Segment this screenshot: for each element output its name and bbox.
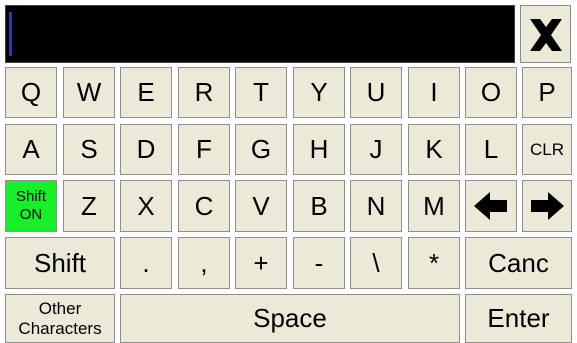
key-m[interactable]: M [408,180,460,232]
key-k[interactable]: K [408,124,460,175]
key-a[interactable]: A [5,124,57,175]
key-r[interactable]: R [178,67,230,118]
key-q[interactable]: Q [5,67,57,118]
key-minus[interactable]: - [293,237,345,289]
arrow-left-button[interactable] [465,180,517,232]
close-x-icon [530,19,562,51]
arrow-right-button[interactable] [522,180,572,232]
key-period[interactable]: . [120,237,172,289]
key-asterisk[interactable]: * [408,237,460,289]
key-v[interactable]: V [235,180,287,232]
shift-on-indicator[interactable]: Shift ON [5,180,57,232]
key-x[interactable]: X [120,180,172,232]
key-u[interactable]: U [350,67,402,118]
arrow-right-icon [531,192,564,220]
key-plus[interactable]: + [235,237,287,289]
shift-on-line1: Shift [15,188,46,205]
key-b[interactable]: B [293,180,345,232]
space-button[interactable]: Space [120,294,460,343]
close-button[interactable] [520,5,571,63]
key-g[interactable]: G [235,124,287,175]
key-e[interactable]: E [120,67,172,118]
other-characters-button[interactable]: Other Characters [5,294,115,343]
shift-on-line2: ON [19,206,43,223]
key-n[interactable]: N [350,180,402,232]
key-l[interactable]: L [465,124,517,175]
key-d[interactable]: D [120,124,172,175]
key-backslash[interactable]: \ [350,237,402,289]
key-comma[interactable]: , [178,237,230,289]
other-characters-line1: Other [38,298,82,318]
text-cursor [9,12,12,56]
on-screen-keyboard: Q W E R T Y U I O P A S D F G H J K L CL… [0,0,577,343]
other-characters-line2: Characters [18,318,102,338]
key-p[interactable]: P [522,67,572,118]
enter-button[interactable]: Enter [465,294,572,343]
key-j[interactable]: J [350,124,402,175]
key-h[interactable]: H [293,124,345,175]
text-display[interactable] [5,5,515,63]
key-z[interactable]: Z [63,180,115,232]
key-f[interactable]: F [178,124,230,175]
key-c[interactable]: C [178,180,230,232]
key-y[interactable]: Y [293,67,345,118]
shift-button[interactable]: Shift [5,237,115,289]
key-o[interactable]: O [465,67,517,118]
key-w[interactable]: W [63,67,115,118]
arrow-left-icon [474,192,507,220]
key-s[interactable]: S [63,124,115,175]
cancel-button[interactable]: Canc [465,237,572,289]
clear-button[interactable]: CLR [522,124,572,175]
key-i[interactable]: I [408,67,460,118]
key-t[interactable]: T [235,67,287,118]
